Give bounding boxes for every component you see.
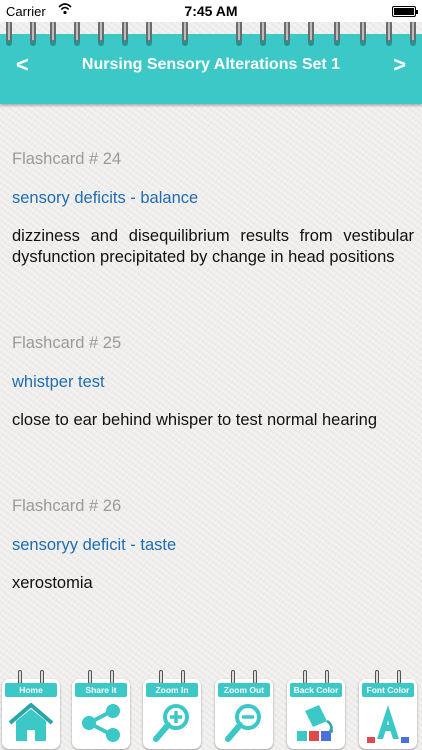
status-bar: Carrier 7:45 AM — [0, 0, 422, 22]
binding-ring — [334, 20, 340, 46]
flashcard-number: Flashcard # 26 — [12, 497, 122, 515]
zoom-out-button[interactable]: Zoom Out — [215, 670, 273, 749]
binding-ring — [236, 20, 242, 46]
font-color-button-label: Font Color — [362, 683, 414, 697]
binding-ring — [122, 20, 128, 46]
zoom-out-icon — [225, 704, 261, 742]
bottom-toolbar: Home Share it Zoom In Zoom Out Back Colo… — [0, 668, 422, 750]
flashcard-question: sensory deficits - balance — [12, 189, 199, 207]
zoom-in-button-label: Zoom In — [146, 683, 198, 697]
home-icon — [8, 703, 54, 741]
back-color-button[interactable]: Back Color — [287, 670, 345, 749]
previous-set-button[interactable]: < — [16, 52, 29, 78]
binding-ring — [260, 20, 266, 46]
next-set-button[interactable]: > — [393, 52, 406, 78]
zoom-out-button-label: Zoom Out — [218, 683, 270, 697]
flashcard-number: Flashcard # 25 — [12, 334, 122, 352]
flashcard: Flashcard # 26 sensoryy deficit - taste … — [12, 497, 414, 594]
share-icon — [82, 704, 120, 742]
spiral-binding — [0, 20, 422, 50]
binding-ring — [360, 20, 366, 46]
binding-ring — [6, 20, 12, 46]
flashcard-list: Flashcard # 24 sensory deficits - balanc… — [12, 150, 414, 594]
binding-ring — [386, 20, 392, 46]
back-color-button-label: Back Color — [290, 683, 342, 697]
binding-ring — [308, 20, 314, 46]
binding-ring — [182, 20, 188, 46]
binding-ring — [146, 20, 152, 46]
flashcard: Flashcard # 25 whistper test close to ea… — [12, 334, 414, 431]
share-button-label: Share it — [75, 683, 127, 697]
font-color-button[interactable]: Font Color — [359, 670, 417, 749]
clock: 7:45 AM — [184, 3, 238, 19]
binding-ring — [410, 20, 416, 46]
binding-ring — [30, 20, 36, 46]
home-button-label: Home — [5, 683, 57, 697]
flashcard-answer: xerostomia — [12, 574, 93, 592]
home-button[interactable]: Home — [2, 670, 60, 749]
binding-ring — [284, 20, 290, 46]
zoom-in-icon — [153, 704, 189, 742]
flashcard-question: whistper test — [12, 373, 105, 391]
binding-ring — [98, 20, 104, 46]
battery-icon — [392, 6, 418, 17]
share-button[interactable]: Share it — [72, 670, 130, 749]
paint-bucket-icon — [297, 705, 333, 741]
font-letter-icon — [367, 705, 409, 743]
binding-ring — [50, 20, 56, 46]
binding-ring — [74, 20, 80, 46]
flashcard-answer: close to ear behind whisper to test norm… — [12, 411, 378, 429]
flashcard-question: sensoryy deficit - taste — [12, 536, 177, 554]
zoom-in-button[interactable]: Zoom In — [143, 670, 201, 749]
page-title: Nursing Sensory Alterations Set 1 — [81, 56, 341, 73]
flashcard-number: Flashcard # 24 — [12, 150, 122, 168]
flashcard: Flashcard # 24 sensory deficits - balanc… — [12, 150, 414, 268]
flashcard-answer: dizziness and disequilibrium results fro… — [12, 227, 414, 266]
